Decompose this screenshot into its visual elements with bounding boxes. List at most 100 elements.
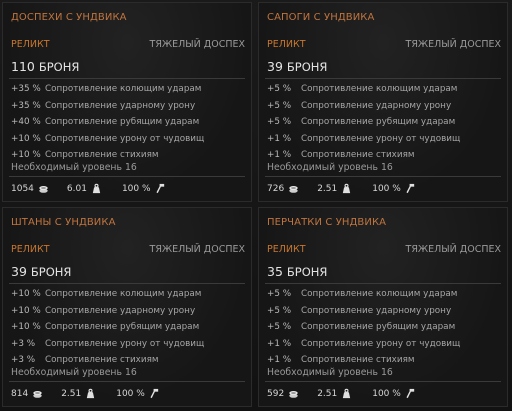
armor-number: 35 (267, 264, 283, 279)
divider (265, 381, 501, 382)
stat-label: Сопротивление стихиям (45, 355, 159, 365)
stat-label: Сопротивление рубящим ударам (45, 322, 200, 332)
item-tooltip-boots: САПОГИ С УНДВИКА РЕЛИКТ ТЯЖЕЛЫЙ ДОСПЕХ 3… (258, 2, 508, 202)
stat-value: +10 % (11, 305, 41, 316)
coins-icon (289, 391, 298, 398)
stat-label: Сопротивление урону от чудовищ (45, 338, 205, 349)
item-title: САПОГИ С УНДВИКА (267, 12, 375, 23)
item-rarity: РЕЛИКТ (267, 39, 306, 50)
weight-icon (343, 388, 351, 399)
item-armor-value: 39 БРОНЯ (11, 264, 71, 279)
divider (265, 283, 501, 284)
item-durability: 100 % (372, 388, 401, 399)
item-rarity-row: РЕЛИКТ ТЯЖЕЛЫЙ ДОСПЕХ (11, 244, 245, 255)
item-footer: 814 2.51 100 % (11, 388, 245, 399)
item-durability: 100 % (121, 183, 151, 194)
stat-row: +10 % Сопротивление урону от чудовищ (11, 131, 245, 148)
item-tooltip-chest-armor: ДОСПЕХИ С УНДВИКА РЕЛИКТ ТЯЖЕЛЫЙ ДОСПЕХ … (2, 2, 252, 202)
stat-label: Сопротивление урону от чудовищ (301, 133, 461, 144)
stat-row: +5 % Сопротивление ударному урону (267, 98, 501, 115)
stat-row: +3 % Сопротивление урону от чудовищ (11, 336, 245, 353)
item-armor-value: 35 БРОНЯ (267, 264, 327, 279)
stat-value: +5 % (267, 289, 292, 299)
item-rarity: РЕЛИКТ (11, 39, 50, 50)
stat-label: Сопротивление ударному урону (301, 100, 452, 111)
stat-row: +10 % Сопротивление рубящим ударам (11, 319, 245, 336)
stat-value: +5 % (267, 117, 292, 127)
stat-label: Сопротивление колющим ударам (301, 84, 458, 94)
stat-label: Сопротивление колющим ударам (45, 84, 202, 94)
divider (9, 381, 245, 382)
armor-label: БРОНЯ (286, 60, 328, 74)
item-tooltips-grid: ДОСПЕХИ С УНДВИКА РЕЛИКТ ТЯЖЕЛЫЙ ДОСПЕХ … (0, 0, 512, 411)
armor-label: БРОНЯ (38, 60, 80, 74)
required-level: Необходимый уровень 16 (267, 367, 393, 378)
item-durability: 100 % (372, 183, 401, 194)
stat-value: +35 % (11, 84, 41, 94)
stat-label: Сопротивление рубящим ударам (45, 117, 200, 127)
stat-label: Сопротивление ударному урону (45, 305, 196, 316)
stat-label: Сопротивление стихиям (301, 355, 415, 365)
item-armor-type: ТЯЖЕЛЫЙ ДОСПЕХ (405, 39, 501, 50)
stat-label: Сопротивление колющим ударам (301, 289, 458, 299)
armor-label: БРОНЯ (286, 265, 328, 279)
stat-row: +5 % Сопротивление рубящим ударам (267, 114, 501, 131)
item-rarity-row: РЕЛИКТ ТЯЖЕЛЫЙ ДОСПЕХ (267, 39, 501, 50)
hammer-icon (406, 388, 414, 399)
stat-label: Сопротивление стихиям (45, 150, 159, 160)
stat-row: +10 % Сопротивление колющим ударам (11, 286, 245, 303)
weight-icon (87, 388, 95, 399)
divider (9, 78, 245, 79)
coins-icon (289, 186, 298, 193)
item-stats-list: +10 % Сопротивление колющим ударам +10 % С… (11, 286, 245, 369)
item-armor-type: ТЯЖЕЛЫЙ ДОСПЕХ (405, 244, 501, 255)
item-stats-list: +5 % Сопротивление колющим ударам +5 % Соп… (267, 286, 501, 369)
item-rarity: РЕЛИКТ (11, 244, 50, 255)
item-footer: 726 2.51 100 % (267, 183, 501, 194)
stat-row: +5 % Сопротивление ударному урону (267, 303, 501, 320)
stat-label: Сопротивление урону от чудовищ (301, 338, 461, 349)
stat-row: +40 % Сопротивление рубящим ударам (11, 114, 245, 131)
stat-value: +35 % (11, 100, 41, 111)
stat-value: +5 % (267, 84, 292, 94)
item-price: 592 (267, 388, 285, 399)
item-weight: 6.01 (66, 183, 87, 194)
item-title: ШТАНЫ С УНДВИКА (11, 217, 116, 228)
stat-label: Сопротивление ударному урону (45, 100, 196, 111)
divider (9, 176, 245, 177)
stat-label: Сопротивление стихиям (301, 150, 415, 160)
coins-icon (33, 391, 42, 398)
hammer-icon (156, 183, 164, 194)
divider (265, 176, 501, 177)
item-armor-value: 110 БРОНЯ (11, 59, 79, 74)
stat-value: +1 % (267, 133, 292, 144)
item-footer: 592 2.51 100 % (267, 388, 501, 399)
stat-row: +10 % Сопротивление ударному урону (11, 303, 245, 320)
stat-row: +35 % Сопротивление ударному урону (11, 98, 245, 115)
required-level: Необходимый уровень 16 (11, 162, 137, 173)
armor-label: БРОНЯ (30, 265, 72, 279)
item-stats-list: +5 % Сопротивление колющим ударам +5 % Соп… (267, 81, 501, 164)
item-price: 814 (11, 388, 29, 399)
stat-row: +5 % Сопротивление колющим ударам (267, 81, 501, 98)
stat-label: Сопротивление рубящим ударам (301, 117, 456, 127)
stat-row: +5 % Сопротивление колющим ударам (267, 286, 501, 303)
coins-icon (39, 186, 48, 193)
armor-number: 39 (267, 59, 283, 74)
weight-icon (343, 183, 351, 194)
item-armor-type: ТЯЖЕЛЫЙ ДОСПЕХ (149, 244, 245, 255)
stat-value: +40 % (11, 117, 41, 127)
item-armor-value: 39 БРОНЯ (267, 59, 327, 74)
stat-label: Сопротивление ударному урону (301, 305, 452, 316)
stat-row: +1 % Сопротивление урону от чудовищ (267, 131, 501, 148)
item-rarity-row: РЕЛИКТ ТЯЖЕЛЫЙ ДОСПЕХ (11, 39, 245, 50)
stat-value: +10 % (11, 133, 41, 144)
item-weight: 2.51 (317, 183, 338, 194)
item-rarity-row: РЕЛИКТ ТЯЖЕЛЫЙ ДОСПЕХ (267, 244, 501, 255)
item-title: ПЕРЧАТКИ С УНДВИКА (267, 217, 387, 228)
item-price: 1054 (11, 183, 34, 194)
stat-value: +5 % (267, 100, 292, 111)
item-tooltip-gloves: ПЕРЧАТКИ С УНДВИКА РЕЛИКТ ТЯЖЕЛЫЙ ДОСПЕХ… (258, 207, 508, 407)
item-durability: 100 % (116, 388, 145, 399)
item-tooltip-trousers: ШТАНЫ С УНДВИКА РЕЛИКТ ТЯЖЕЛЫЙ ДОСПЕХ 39… (2, 207, 252, 407)
